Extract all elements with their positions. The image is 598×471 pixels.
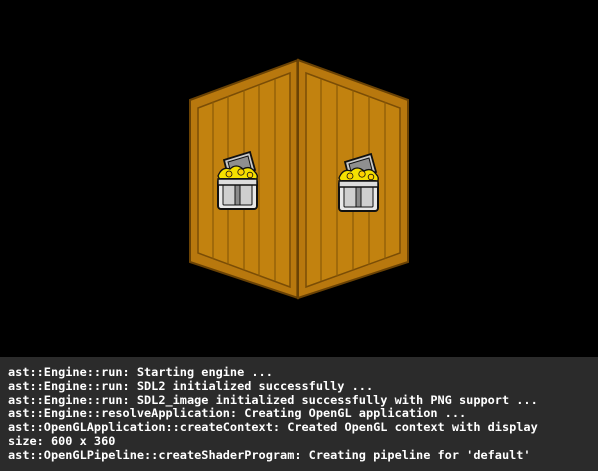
render-viewport	[0, 0, 598, 357]
log-line: ast::OpenGLApplication::createContext: C…	[8, 420, 538, 435]
log-line: ast::OpenGLPipeline::createShaderProgram…	[8, 447, 531, 462]
log-line: ast::Engine::run: Starting engine ...	[8, 365, 273, 379]
log-console: ast::Engine::run: Starting engine ... as…	[0, 357, 598, 471]
log-line: ast::Engine::resolveApplication: Creatin…	[8, 406, 467, 421]
log-line: ast::Engine::run: SDL2_image initialized…	[8, 392, 538, 407]
treasure-chest-icon	[338, 153, 380, 212]
log-line: ast::Engine::run: SDL2 initialized succe…	[8, 378, 374, 393]
log-line: size: 600 x 360	[8, 433, 116, 448]
treasure-chest-icon	[217, 151, 259, 210]
crate-scene	[189, 58, 409, 300]
